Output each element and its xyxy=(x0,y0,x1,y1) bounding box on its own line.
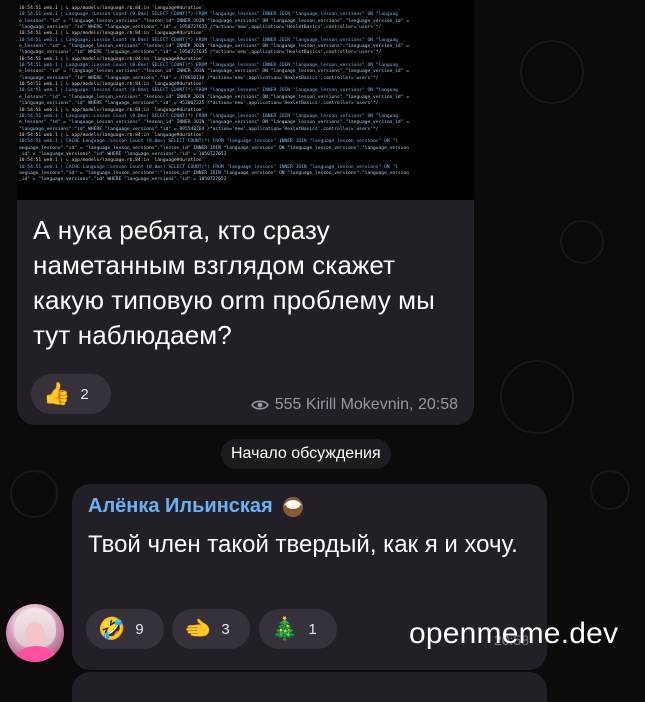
reply-text: Твой член такой твердый, как я и хочу. xyxy=(88,531,518,558)
reaction-count: 3 xyxy=(221,620,230,638)
log-line: e_lessons"."id" = "language_lesson_versi… xyxy=(19,120,409,126)
hand-icon: 🫲 xyxy=(184,616,212,641)
next-message xyxy=(72,672,547,702)
post-author: Kirill Mokevnin, xyxy=(305,396,414,413)
view-count: 555 xyxy=(274,396,302,413)
eye-icon xyxy=(250,400,269,410)
log-line: e_lessons"."id" = "language_lesson_versi… xyxy=(19,69,409,75)
avatar[interactable] xyxy=(6,604,64,662)
reaction-tree[interactable]: 🎄 1 xyxy=(259,609,337,649)
post-text: А нука ребята, кто сразу наметанным взгл… xyxy=(33,215,435,350)
reaction-count: 1 xyxy=(308,620,317,638)
post-time: 20:58 xyxy=(417,396,458,413)
thumbs-up-icon: 👍 xyxy=(43,381,71,406)
coconut-icon xyxy=(282,497,303,517)
reaction-thumbs-up[interactable]: 👍 2 xyxy=(31,374,111,414)
log-line: anguage_lessons"."id" = "language_lesson… xyxy=(19,145,409,151)
reply-author-name: Алёнка Ильинская xyxy=(88,494,273,517)
rofl-icon: 🤣 xyxy=(98,616,126,641)
reaction-hand[interactable]: 🫲 3 xyxy=(172,609,250,649)
post-meta: 555 Kirill Mokevnin, 20:58 xyxy=(250,396,458,414)
watermark: openmeme.dev xyxy=(409,617,619,650)
channel-post: 10:54:51 web.1 | ↳ app/models/language.r… xyxy=(17,0,474,425)
log-screenshot[interactable]: 10:54:51 web.1 | ↳ app/models/language.r… xyxy=(17,0,474,200)
discussion-start-label: Начало обсуждения xyxy=(221,439,391,469)
reply-author[interactable]: Алёнка Ильинская xyxy=(88,494,305,518)
reaction-count: 9 xyxy=(135,620,144,638)
christmas-tree-icon: 🎄 xyxy=(271,616,299,641)
reaction-rofl[interactable]: 🤣 9 xyxy=(86,609,164,649)
log-line: _id" = "language_versions"."id" WHERE "l… xyxy=(19,177,227,183)
reaction-count: 2 xyxy=(80,385,89,403)
